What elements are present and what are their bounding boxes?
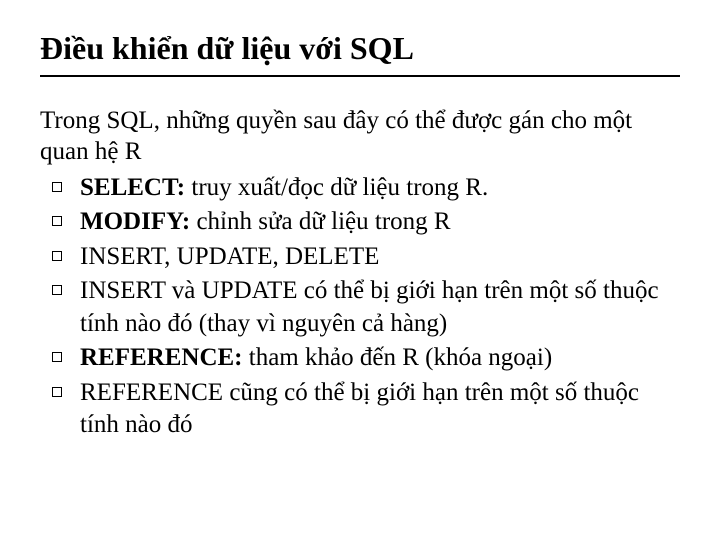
list-item: MODIFY: chỉnh sửa dữ liệu trong R: [40, 206, 680, 239]
square-bullet-icon: [52, 216, 62, 226]
bullet-list: SELECT: truy xuất/đọc dữ liệu trong R. M…: [40, 172, 680, 442]
square-bullet-icon: [52, 352, 62, 362]
list-item: INSERT, UPDATE, DELETE: [40, 241, 680, 274]
list-item: SELECT: truy xuất/đọc dữ liệu trong R.: [40, 172, 680, 205]
list-item-text: INSERT, UPDATE, DELETE: [80, 241, 680, 274]
list-item: INSERT và UPDATE có thể bị giới hạn trên…: [40, 275, 680, 340]
list-item: REFERENCE: tham khảo đến R (khóa ngoại): [40, 342, 680, 375]
list-item: REFERENCE cũng có thể bị giới hạn trên m…: [40, 377, 680, 442]
list-item-text: REFERENCE: tham khảo đến R (khóa ngoại): [80, 342, 680, 375]
square-bullet-icon: [52, 182, 62, 192]
slide: Điều khiển dữ liệu với SQL Trong SQL, nh…: [0, 0, 720, 464]
square-bullet-icon: [52, 251, 62, 261]
square-bullet-icon: [52, 387, 62, 397]
list-item-text: MODIFY: chỉnh sửa dữ liệu trong R: [80, 206, 680, 239]
list-item-text: REFERENCE cũng có thể bị giới hạn trên m…: [80, 377, 680, 442]
square-bullet-icon: [52, 285, 62, 295]
slide-title: Điều khiển dữ liệu với SQL: [40, 30, 680, 77]
list-item-text: INSERT và UPDATE có thể bị giới hạn trên…: [80, 275, 680, 340]
list-item-text: SELECT: truy xuất/đọc dữ liệu trong R.: [80, 172, 680, 205]
intro-text: Trong SQL, những quyền sau đây có thể đư…: [40, 105, 680, 168]
